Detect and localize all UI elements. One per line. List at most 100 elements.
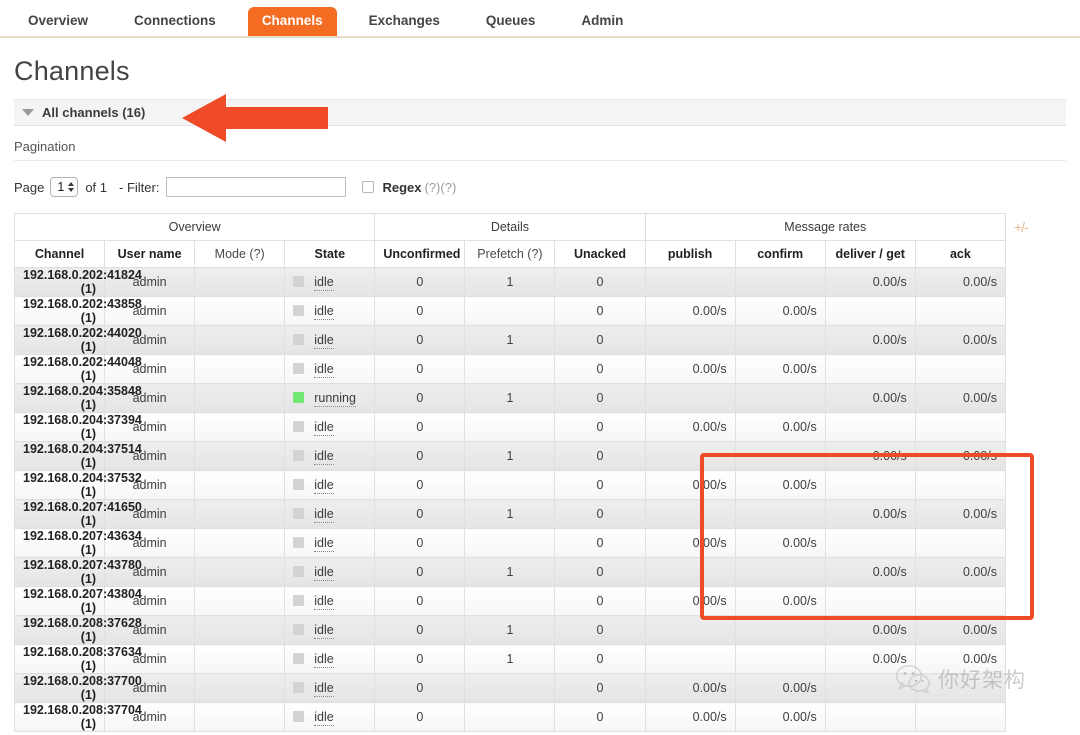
cell-ack-rate: 0.00/s xyxy=(914,499,1007,529)
nav-tab-overview[interactable]: Overview xyxy=(14,7,102,36)
table-row[interactable]: 192.168.0.207:41650 (1) admin idle 0 1 0 0.00/… xyxy=(13,499,1007,529)
status-idle-icon xyxy=(293,508,305,519)
table-row[interactable]: 192.168.0.204:37394 (1) admin idle 0 0 0.00/s… xyxy=(13,412,1007,442)
cell-prefetch: 1 xyxy=(464,499,556,529)
cell-ack-rate: 0.00/s xyxy=(914,615,1007,645)
cell-mode xyxy=(194,557,286,587)
table-row[interactable]: 192.168.0.208:37634 (1) admin idle 0 1 0 0.00/… xyxy=(13,644,1007,674)
cell-deliver-get-rate: 0.00/s xyxy=(824,267,916,297)
table-row[interactable]: 192.168.0.208:37704 (1) admin idle 0 0 0.00/s… xyxy=(13,702,1007,732)
cell-publish-rate: 0.00/s xyxy=(644,296,736,326)
cell-channel-name[interactable]: 192.168.0.207:41650 (1) xyxy=(13,499,142,529)
cell-channel-name[interactable]: 192.168.0.208:37704 (1) xyxy=(13,702,142,732)
pagination-controls: Page 1 of 1 - Filter: Regex (?)(?) xyxy=(14,175,1066,199)
cell-channel-name[interactable]: 192.168.0.204:35848 (1) xyxy=(13,383,142,413)
status-badge: idle xyxy=(314,420,334,436)
cell-state: idle xyxy=(284,441,376,471)
column-header-prefetch[interactable]: Prefetch (?) xyxy=(464,240,556,268)
cell-state: idle xyxy=(284,673,376,703)
cell-ack-rate: 0.00/s xyxy=(914,383,1007,413)
regex-help-icon[interactable]: (?)(?) xyxy=(425,180,457,195)
cell-mode xyxy=(194,499,286,529)
cell-mode xyxy=(194,296,286,326)
cell-unconfirmed: 0 xyxy=(374,354,466,384)
column-header-mode[interactable]: Mode (?) xyxy=(194,240,286,268)
column-header-channel[interactable]: Channel xyxy=(13,240,106,268)
status-badge: idle xyxy=(314,652,334,668)
columns-toggle-button[interactable]: +/- xyxy=(1014,219,1029,235)
cell-unacked: 0 xyxy=(554,354,646,384)
cell-channel-name[interactable]: 192.168.0.204:37532 (1) xyxy=(13,470,142,500)
cell-channel-name[interactable]: 192.168.0.207:43780 (1) xyxy=(13,557,142,587)
cell-channel-name[interactable]: 192.168.0.202:44020 (1) xyxy=(13,325,142,355)
filter-input[interactable] xyxy=(166,177,347,197)
table-row[interactable]: 192.168.0.202:43858 (1) admin idle 0 0 0.00/s… xyxy=(13,296,1007,326)
column-header-user-name[interactable]: User name xyxy=(104,240,196,268)
cell-channel-name[interactable]: 192.168.0.208:37700 (1) xyxy=(13,673,142,703)
page-number-stepper[interactable]: 1 xyxy=(50,177,79,197)
table-row[interactable]: 192.168.0.207:43634 (1) admin idle 0 0 0.00/s… xyxy=(13,528,1007,558)
cell-unconfirmed: 0 xyxy=(374,528,466,558)
cell-deliver-get-rate xyxy=(824,702,916,732)
column-header-confirm[interactable]: confirm xyxy=(734,240,826,268)
cell-unacked: 0 xyxy=(554,586,646,616)
stepper-arrows-icon[interactable] xyxy=(68,182,75,192)
cell-publish-rate xyxy=(644,267,736,297)
nav-tab-admin[interactable]: Admin xyxy=(567,7,637,36)
nav-tab-channels[interactable]: Channels xyxy=(247,7,337,36)
cell-mode xyxy=(194,441,286,471)
regex-checkbox[interactable] xyxy=(362,181,375,193)
table-row[interactable]: 192.168.0.208:37700 (1) admin idle 0 0 0.00/s… xyxy=(13,673,1007,703)
table-row[interactable]: 192.168.0.202:44048 (1) admin idle 0 0 0.00/s… xyxy=(13,354,1007,384)
cell-unacked: 0 xyxy=(554,615,646,645)
table-row[interactable]: 192.168.0.204:35848 (1) admin running 0 1 0 0.… xyxy=(13,383,1007,413)
status-badge: idle xyxy=(314,304,334,320)
cell-channel-name[interactable]: 192.168.0.202:41824 (1) xyxy=(13,267,142,297)
channels-table-wrapper: +/- Overview Details Message rates Chann… xyxy=(13,213,1066,732)
table-row[interactable]: 192.168.0.202:44020 (1) admin idle 0 1 0 0.00/… xyxy=(13,325,1007,355)
table-row[interactable]: 192.168.0.208:37628 (1) admin idle 0 1 0 0.00/… xyxy=(13,615,1007,645)
status-idle-icon xyxy=(293,682,305,693)
cell-channel-name[interactable]: 192.168.0.208:37628 (1) xyxy=(13,615,142,645)
cell-prefetch xyxy=(464,702,556,732)
cell-channel-name[interactable]: 192.168.0.207:43634 (1) xyxy=(13,528,142,558)
nav-tab-queues[interactable]: Queues xyxy=(472,7,550,36)
cell-channel-name[interactable]: 192.168.0.204:37394 (1) xyxy=(13,412,142,442)
status-badge: idle xyxy=(314,362,334,378)
status-idle-icon xyxy=(293,653,305,664)
cell-confirm-rate xyxy=(734,383,826,413)
cell-channel-name[interactable]: 192.168.0.202:43858 (1) xyxy=(13,296,142,326)
column-header-unconfirmed[interactable]: Unconfirmed xyxy=(374,240,466,268)
column-header-deliver-get[interactable]: deliver / get xyxy=(824,240,916,268)
cell-confirm-rate xyxy=(734,557,826,587)
cell-channel-name[interactable]: 192.168.0.204:37514 (1) xyxy=(13,441,142,471)
column-header-state[interactable]: State xyxy=(284,240,376,268)
cell-prefetch xyxy=(464,470,556,500)
cell-mode xyxy=(194,383,286,413)
table-row[interactable]: 192.168.0.207:43804 (1) admin idle 0 0 0.00/s… xyxy=(13,586,1007,616)
column-header-publish[interactable]: publish xyxy=(644,240,736,268)
cell-ack-rate xyxy=(914,586,1007,616)
cell-prefetch: 1 xyxy=(464,383,556,413)
status-badge: idle xyxy=(314,275,334,291)
table-row[interactable]: 192.168.0.204:37532 (1) admin idle 0 0 0.00/s… xyxy=(13,470,1007,500)
column-header-ack[interactable]: ack xyxy=(914,240,1007,268)
nav-tab-exchanges[interactable]: Exchanges xyxy=(355,7,454,36)
column-header-unacked[interactable]: Unacked xyxy=(554,240,646,268)
cell-state: idle xyxy=(284,296,376,326)
nav-tab-connections[interactable]: Connections xyxy=(120,7,230,36)
cell-channel-name[interactable]: 192.168.0.207:43804 (1) xyxy=(13,586,142,616)
table-row[interactable]: 192.168.0.207:43780 (1) admin idle 0 1 0 0.00/… xyxy=(13,557,1007,587)
cell-channel-name[interactable]: 192.168.0.202:44048 (1) xyxy=(13,354,142,384)
status-badge: idle xyxy=(314,478,334,494)
table-row[interactable]: 192.168.0.202:41824 (1) admin idle 0 1 0 0.00/… xyxy=(13,267,1007,297)
cell-mode xyxy=(194,412,286,442)
table-row[interactable]: 192.168.0.204:37514 (1) admin idle 0 1 0 0.00/… xyxy=(13,441,1007,471)
cell-mode xyxy=(194,586,286,616)
cell-state: idle xyxy=(284,499,376,529)
cell-channel-name[interactable]: 192.168.0.208:37634 (1) xyxy=(13,644,142,674)
cell-deliver-get-rate xyxy=(824,412,916,442)
all-channels-section-header[interactable]: All channels (16) xyxy=(14,99,1066,126)
status-badge: running xyxy=(314,391,356,407)
cell-prefetch xyxy=(464,586,556,616)
